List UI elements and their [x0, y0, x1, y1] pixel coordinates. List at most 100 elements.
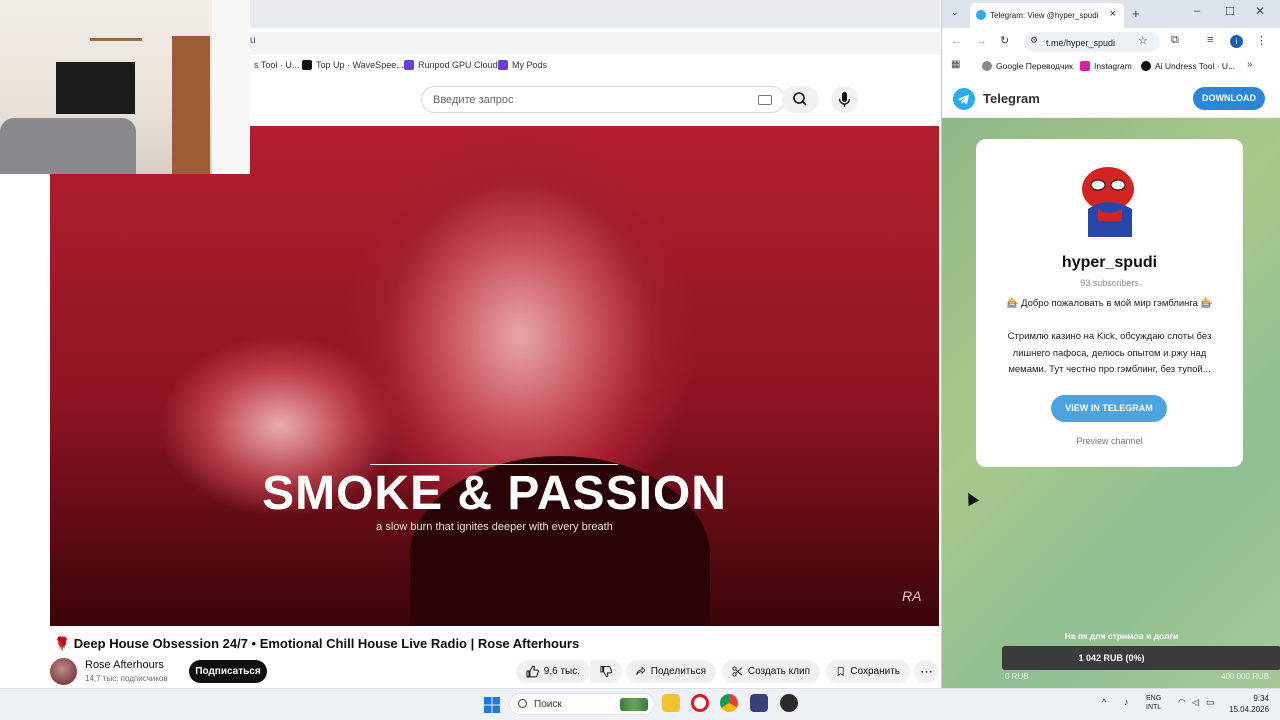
bookmark-item[interactable]: Instagram: [1080, 61, 1132, 71]
chrome-icon[interactable]: [720, 694, 738, 712]
tab-search-icon[interactable]: ⌄: [951, 7, 959, 18]
channel-title: hyper_spudi: [1061, 254, 1158, 271]
search-button[interactable]: [782, 86, 819, 113]
bookmark-item[interactable]: s Tool · U...: [254, 60, 299, 70]
bookmark-item[interactable]: Runpod GPU Cloud: [404, 60, 498, 70]
battery-icon[interactable]: ▭: [1206, 697, 1215, 708]
file-explorer-icon[interactable]: [662, 694, 680, 712]
language-indicator[interactable]: ENG INTL: [1146, 694, 1161, 712]
bookmark-label: Top Up · WaveSpee...: [316, 60, 404, 70]
video-player[interactable]: SMOKE & PASSION a slow burn that ignites…: [50, 126, 939, 626]
channel-description-line: Стримлю казино на Kick, обсуждаю слоты б…: [1007, 331, 1212, 342]
wifi-icon[interactable]: ◠: [1178, 697, 1186, 708]
channel-subscribers: 14,7 тыс. подписчиков: [85, 674, 168, 683]
bookmark-label: s Tool · U...: [254, 60, 300, 70]
taskbar-search-placeholder: Поиск: [534, 699, 562, 710]
keyboard-icon[interactable]: [758, 95, 772, 105]
site-info-icon[interactable]: ⚙: [1030, 35, 1038, 46]
bookmark-label: Instagram: [1094, 61, 1132, 71]
webcam-tv: [56, 62, 135, 114]
apps-icon[interactable]: ▦: [951, 59, 960, 70]
opera-icon[interactable]: [691, 694, 709, 712]
tab-telegram[interactable]: Telegram: View @hyper_spudi ×: [970, 3, 1124, 28]
download-button[interactable]: DOWNLOAD: [1193, 87, 1265, 110]
video-overlay-title: SMOKE & PASSION: [262, 467, 727, 520]
right-tab-strip: ⌄ Telegram: View @hyper_spudi × + – ☐ ✕: [942, 0, 1280, 28]
more-actions-button[interactable]: ⋯: [914, 660, 938, 683]
globe-icon: [982, 61, 992, 71]
search-icon: [518, 699, 527, 708]
bookmark-label: Google Переводчик: [996, 61, 1073, 71]
preview-channel-link[interactable]: Preview channel: [976, 436, 1243, 446]
channel-card: hyper_spudi 93 subscribers 🎰 Добро пожал…: [976, 139, 1243, 467]
search-highlight-icon: [620, 698, 648, 711]
bookmark-item[interactable]: Ai Undress Tool · U...: [1141, 61, 1235, 71]
share-label: Поделиться: [650, 666, 706, 677]
video-watermark: RA: [902, 588, 922, 604]
search-input[interactable]: Введите запрос: [421, 86, 785, 113]
save-button[interactable]: Сохранить: [826, 660, 910, 683]
scissors-icon: [732, 666, 743, 677]
minimize-icon[interactable]: –: [1194, 5, 1200, 17]
like-button[interactable]: 9,6 тыс.: [516, 660, 590, 683]
language-layout: INTL: [1146, 704, 1162, 711]
taskbar-search-input[interactable]: Поиск: [509, 693, 655, 715]
close-tab-icon[interactable]: ×: [1110, 8, 1116, 20]
subscribe-button[interactable]: Подписаться: [189, 660, 267, 683]
bookmark-item[interactable]: My Pods: [498, 60, 547, 70]
video-overlay-subtitle: a slow burn that ignites deeper with eve…: [376, 521, 613, 533]
maximize-icon[interactable]: ☐: [1225, 5, 1235, 18]
save-label: Сохранить: [850, 666, 900, 677]
voice-search-button[interactable]: [831, 86, 858, 113]
share-button[interactable]: Поделиться: [626, 660, 716, 683]
clock[interactable]: 9:34 15.04.2026: [1229, 693, 1269, 715]
star-icon[interactable]: ☆: [1138, 34, 1148, 47]
reload-icon[interactable]: ↻: [1000, 34, 1009, 47]
volume-icon[interactable]: ◁: [1192, 697, 1199, 708]
new-tab-icon[interactable]: +: [1132, 6, 1140, 21]
bookmark-item[interactable]: Google Переводчик: [982, 61, 1073, 71]
channel-welcome: 🎰 Добро пожаловать в мой мир гэмблинга 🎰: [1006, 298, 1213, 309]
chevron-up-icon[interactable]: ^: [1102, 697, 1106, 707]
view-in-telegram-button[interactable]: VIEW IN TELEGRAM: [1051, 395, 1167, 422]
channel-avatar[interactable]: [50, 658, 77, 685]
telegram-window: ⌄ Telegram: View @hyper_spudi × + – ☐ ✕ …: [941, 0, 1280, 688]
profile-avatar[interactable]: i: [1230, 35, 1243, 48]
instagram-icon: [1080, 61, 1090, 71]
youtube-window: u s Tool · U... Top Up · WaveSpee... Run…: [0, 0, 940, 688]
channel-name[interactable]: Rose Afterhours: [85, 659, 164, 671]
app-record-icon[interactable]: [780, 694, 798, 712]
channel-description-line: лишнего пафоса, делюсь опытом и ржу над: [1012, 348, 1207, 359]
donation-current: 1 042 RUB (0%): [1078, 653, 1145, 663]
more-bookmarks-icon[interactable]: »: [1247, 59, 1253, 70]
dislike-button[interactable]: [590, 660, 622, 683]
clock-time: 9:34: [1253, 694, 1269, 703]
webcam-shelf: [90, 38, 142, 41]
telegram-favicon: [976, 10, 986, 20]
bookmark-label: Runpod GPU Cloud: [418, 60, 498, 70]
webcam-overlay: [0, 0, 250, 174]
extensions-icon[interactable]: ⧉: [1171, 34, 1179, 47]
clock-date: 15.04.2026: [1229, 705, 1270, 714]
tab-groups-icon[interactable]: ≡: [1207, 34, 1213, 46]
channel-description-line: мемами. Тут честно про гэмблинг, без туп…: [1008, 364, 1211, 375]
bookmark-label: My Pods: [512, 60, 548, 70]
back-icon[interactable]: ←: [951, 35, 962, 47]
channel-avatar-spiderman: [1082, 167, 1134, 237]
clip-button[interactable]: Создать клип: [722, 660, 820, 683]
microphone-icon[interactable]: ♪: [1124, 697, 1129, 707]
wavespeed-icon: [302, 60, 312, 70]
forward-icon[interactable]: →: [976, 35, 987, 47]
title-divider: [370, 464, 618, 465]
bookmark-item[interactable]: Top Up · WaveSpee...: [302, 60, 404, 70]
close-window-icon[interactable]: ✕: [1255, 4, 1265, 18]
windows-start-icon[interactable]: [484, 697, 500, 713]
app-icon[interactable]: [750, 694, 768, 712]
webcam-sofa: [0, 118, 136, 174]
address-field[interactable]: [250, 32, 940, 52]
runpod-icon: [498, 60, 508, 70]
menu-icon[interactable]: ⋮: [1256, 34, 1267, 47]
left-address-bar[interactable]: u: [250, 28, 940, 54]
runpod-icon: [404, 60, 414, 70]
donation-goal-label: На пк для стримов и долги: [1064, 631, 1179, 641]
